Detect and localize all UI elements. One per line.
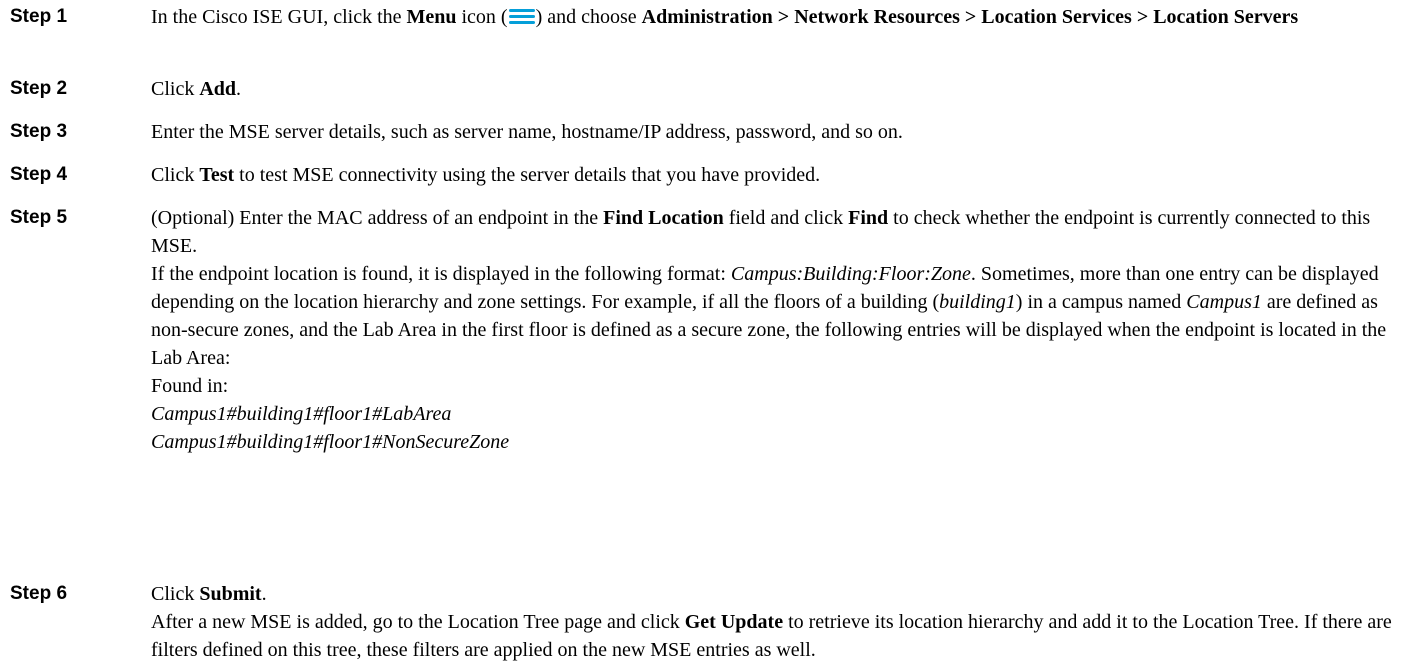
test-term: Test xyxy=(199,164,235,186)
add-term: Add xyxy=(199,78,237,100)
menu-icon xyxy=(508,6,535,34)
step-text: Click Submit. xyxy=(151,583,267,605)
step-text: (Optional) Enter the MAC address of an e… xyxy=(151,207,1371,257)
menu-term: Menu xyxy=(406,6,457,28)
step-body: (Optional) Enter the MAC address of an e… xyxy=(151,204,1409,456)
get-update-term: Get Update xyxy=(684,611,784,633)
step-label: Step 5 xyxy=(10,207,68,228)
step-body: Click Submit. After a new MSE is added, … xyxy=(151,580,1409,664)
navigation-path: Administration > Network Resources > Loc… xyxy=(641,6,1299,28)
location-entry: Campus1#building1#floor1#NonSecureZone xyxy=(151,431,510,453)
step-text: Click Add. xyxy=(151,78,242,100)
submit-term: Submit xyxy=(199,583,262,605)
step-body: In the Cisco ISE GUI, click the Menu ico… xyxy=(151,3,1409,34)
step-note: After a new MSE is added, go to the Loca… xyxy=(151,611,1392,661)
location-format-paragraph: If the endpoint location is found, it is… xyxy=(151,263,1387,369)
step-text: In the Cisco ISE GUI, click the Menu ico… xyxy=(151,3,1409,34)
step-body: Enter the MSE server details, such as se… xyxy=(151,118,1409,146)
step-label: Step 1 xyxy=(10,6,68,27)
step-label: Step 3 xyxy=(10,121,68,142)
step-body: Click Test to test MSE connectivity usin… xyxy=(151,161,1409,189)
find-term: Find xyxy=(848,207,889,229)
format-term: Campus:Building:Floor:Zone xyxy=(730,263,971,285)
found-in-label: Found in: xyxy=(151,375,229,397)
step-text: Click Test to test MSE connectivity usin… xyxy=(151,164,821,186)
step-label: Step 4 xyxy=(10,164,68,185)
location-entry: Campus1#building1#floor1#LabArea xyxy=(151,403,452,425)
campus-term: Campus1 xyxy=(1186,291,1262,313)
find-location-term: Find Location xyxy=(603,207,724,229)
building-term: building1 xyxy=(939,291,1016,313)
step-label: Step 6 xyxy=(10,583,68,604)
step-label: Step 2 xyxy=(10,78,68,99)
step-text: Enter the MSE server details, such as se… xyxy=(151,121,903,143)
step-body: Click Add. xyxy=(151,75,1409,103)
